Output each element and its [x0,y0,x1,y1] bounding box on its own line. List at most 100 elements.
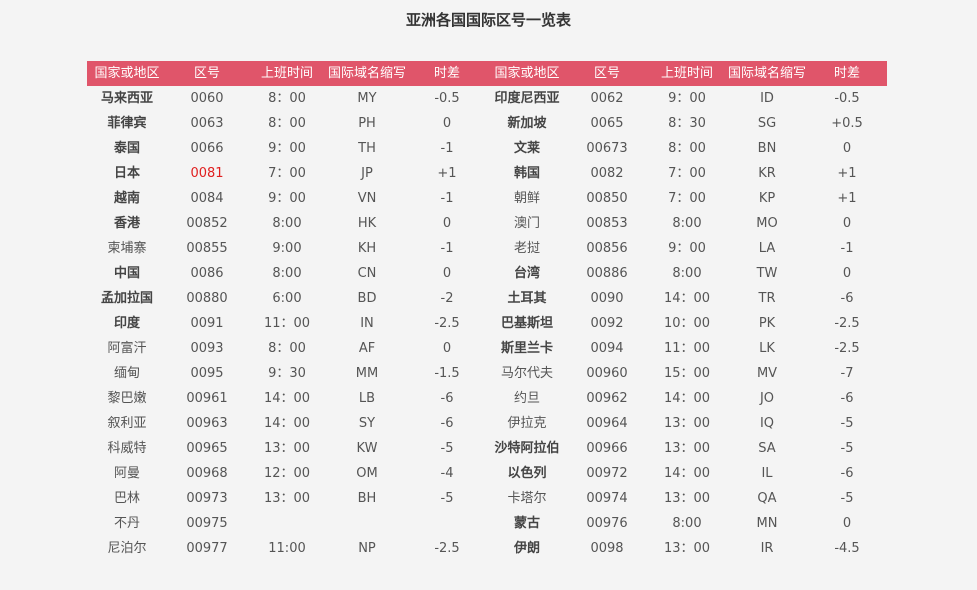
code-cell: 0066 [190,141,224,156]
country-cell: 台湾 [513,266,540,281]
table-row: 中国 0086 8:00 CN 0 台湾 00886 8:00 TW 0 [87,261,887,286]
time-diff-cell: +0.5 [831,116,863,131]
domain-cell: IR [760,541,774,556]
country-cell: 卡塔尔 [507,491,547,506]
column-header: 时差 [807,61,887,86]
code-cell: 00850 [586,191,628,206]
domain-cell: ID [760,91,774,106]
time-diff-cell: -4.5 [834,541,860,556]
code-cell: 00963 [186,416,228,431]
country-cell: 蒙古 [513,516,540,531]
work-time-cell: 13：00 [663,491,711,506]
code-cell: 00886 [586,266,628,281]
work-time-cell: 8：00 [268,341,306,356]
code-cell: 00961 [186,391,228,406]
table-row: 泰国 0066 9：00 TH -1 文莱 00673 8：00 BN 0 [87,136,887,161]
table-row: 香港 00852 8:00 HK 0 澳门 00853 8:00 MO 0 [87,211,887,236]
country-cell: 阿富汗 [107,341,147,356]
work-time-cell: 6:00 [272,291,302,306]
work-time-cell: 15：00 [663,366,711,381]
country-cell: 印度 [113,316,140,331]
domain-cell: TW [756,266,778,281]
country-cell: 约旦 [513,391,540,406]
column-header: 区号 [167,61,247,86]
country-cell: 马尔代夫 [500,366,553,381]
domain-cell: KW [356,441,378,456]
country-cell: 不丹 [113,516,140,531]
domain-cell: MM [355,366,379,381]
domain-cell: KH [357,241,377,256]
time-diff-cell: -5 [840,416,854,431]
work-time-cell: 8:00 [272,216,302,231]
work-time-cell: 9：30 [268,366,306,381]
domain-cell: MO [756,216,778,231]
work-time-cell: 14：00 [663,291,711,306]
work-time-cell: 9：00 [268,141,306,156]
country-cell: 土耳其 [507,291,547,306]
code-cell: 0065 [590,116,624,131]
code-cell: 0094 [590,341,624,356]
work-time-cell: 12：00 [263,466,311,481]
domain-cell: KP [758,191,776,206]
country-cell: 老挝 [513,241,540,256]
work-time-cell: 9：00 [668,241,706,256]
time-diff-cell: -6 [440,391,454,406]
code-cell: 00965 [186,441,228,456]
domain-cell: OM [356,466,378,481]
code-cell: 0086 [190,266,224,281]
country-cell: 阿曼 [113,466,140,481]
country-cell: 科威特 [107,441,147,456]
domain-cell: LK [759,341,775,356]
work-time-cell [247,511,327,536]
code-cell: 00880 [186,291,228,306]
work-time-cell: 7：00 [668,166,706,181]
table-body: 马来西亚 0060 8：00 MY -0.5 印度尼西亚 0062 9：00 ID -0.5 菲律宾… [87,86,887,561]
work-time-cell: 8:00 [672,266,702,281]
work-time-cell: 8：00 [268,116,306,131]
time-diff-cell: -6 [840,291,854,306]
domain-cell: KR [758,166,776,181]
work-time-cell: 9：00 [668,91,706,106]
work-time-cell: 13：00 [663,541,711,556]
table-row: 日本 0081 7：00 JP +1 韩国 0082 7：00 KR +1 [87,161,887,186]
country-cell: 香港 [113,216,140,231]
code-cell: 00856 [586,241,628,256]
time-diff-cell: -5 [440,441,454,456]
country-code-table: 国家或地区 区号 上班时间 国际域名缩写 时差 国家或地区 区号 上班时间 国际域名缩写 时差 马… [87,61,887,561]
code-cell: 00960 [586,366,628,381]
work-time-cell: 13：00 [663,416,711,431]
country-cell: 黎巴嫩 [107,391,147,406]
country-cell: 文莱 [513,141,540,156]
table-row: 阿富汗 0093 8：00 AF 0 斯里兰卡 0094 11：00 LK -2.5 [87,336,887,361]
domain-cell: NP [358,541,376,556]
domain-cell [327,511,407,536]
country-cell: 以色列 [507,466,547,481]
time-diff-cell: -2.5 [834,341,860,356]
work-time-cell: 8：30 [668,116,706,131]
code-cell: 0062 [590,91,624,106]
country-cell: 缅甸 [113,366,140,381]
table-row: 科威特 00965 13：00 KW -5 沙特阿拉伯 00966 13：00 SA -5 [87,436,887,461]
column-header: 区号 [567,61,647,86]
code-cell: 0082 [590,166,624,181]
time-diff-cell: -2.5 [434,541,460,556]
work-time-cell: 9：00 [268,191,306,206]
country-cell: 澳门 [513,216,540,231]
time-diff-cell: -5 [840,491,854,506]
time-diff-cell: 0 [442,341,452,356]
time-diff-cell: 0 [442,266,452,281]
time-diff-cell: +1 [437,166,457,181]
time-diff-cell: -1 [840,241,854,256]
code-cell: 00973 [186,491,228,506]
time-diff-cell: -6 [840,391,854,406]
time-diff-cell: -6 [440,416,454,431]
work-time-cell: 8:00 [672,516,702,531]
domain-cell: CN [357,266,377,281]
domain-cell: PH [358,116,376,131]
domain-cell: IQ [759,416,775,431]
domain-cell: MV [756,366,778,381]
domain-cell: SA [758,441,776,456]
country-code-table-container: 国家或地区 区号 上班时间 国际域名缩写 时差 国家或地区 区号 上班时间 国际域名缩写 时差 马… [87,61,887,561]
domain-cell: MN [756,516,778,531]
domain-cell: HK [357,216,377,231]
